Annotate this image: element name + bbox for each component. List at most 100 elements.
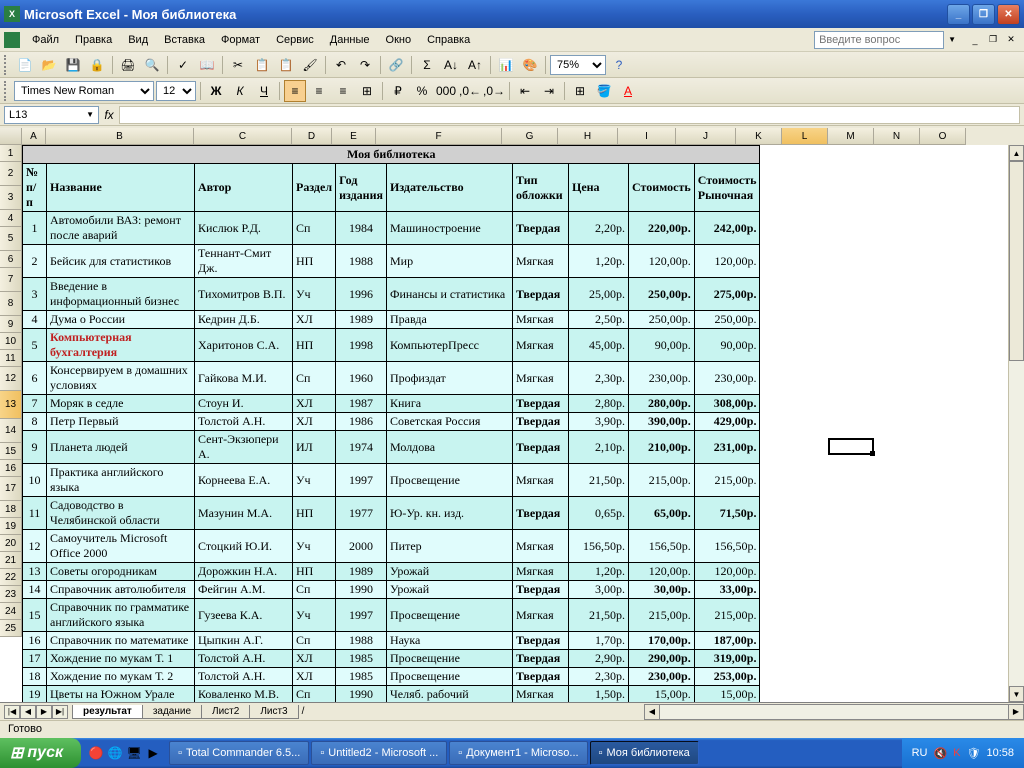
- taskbar-task[interactable]: ▫Моя библиотека: [590, 741, 699, 765]
- chart-icon[interactable]: 📊: [495, 54, 517, 76]
- row-header-15[interactable]: 15: [0, 443, 22, 460]
- menu-вставка[interactable]: Вставка: [156, 31, 213, 49]
- help-search[interactable]: [814, 31, 944, 49]
- italic-icon[interactable]: К: [229, 80, 251, 102]
- scroll-left-icon[interactable]: ◀: [644, 704, 660, 720]
- hyperlink-icon[interactable]: 🔗: [385, 54, 407, 76]
- row-header-12[interactable]: 12: [0, 367, 22, 391]
- row-header-20[interactable]: 20: [0, 535, 22, 552]
- decrease-indent-icon[interactable]: ⇤: [514, 80, 536, 102]
- borders-icon[interactable]: ⊞: [569, 80, 591, 102]
- increase-indent-icon[interactable]: ⇥: [538, 80, 560, 102]
- row-header-18[interactable]: 18: [0, 501, 22, 518]
- next-sheet-icon[interactable]: ▶: [36, 705, 52, 719]
- align-right-icon[interactable]: ≡: [332, 80, 354, 102]
- row-header-3[interactable]: 3: [0, 186, 22, 210]
- last-sheet-icon[interactable]: ▶|: [52, 705, 68, 719]
- data-table[interactable]: Моя библиотека№ п/пНазваниеАвторРазделГо…: [22, 145, 760, 702]
- font-color-icon[interactable]: А: [617, 80, 639, 102]
- save-icon[interactable]: 💾: [62, 54, 84, 76]
- open-icon[interactable]: 📂: [38, 54, 60, 76]
- sort-desc-icon[interactable]: A↑: [464, 54, 486, 76]
- help-search-input[interactable]: [814, 31, 944, 49]
- undo-icon[interactable]: ↶: [330, 54, 352, 76]
- prev-sheet-icon[interactable]: ◀: [20, 705, 36, 719]
- col-header-O[interactable]: O: [920, 128, 966, 145]
- col-header-M[interactable]: M: [828, 128, 874, 145]
- menu-файл[interactable]: Файл: [24, 31, 67, 49]
- col-header-A[interactable]: A: [22, 128, 46, 145]
- cut-icon[interactable]: ✂: [227, 54, 249, 76]
- decrease-decimal-icon[interactable]: ,0→: [483, 80, 505, 102]
- col-header-G[interactable]: G: [502, 128, 558, 145]
- copy-icon[interactable]: 📋: [251, 54, 273, 76]
- row-header-16[interactable]: 16: [0, 460, 22, 477]
- menu-вид[interactable]: Вид: [120, 31, 156, 49]
- comma-icon[interactable]: 000: [435, 80, 457, 102]
- col-header-B[interactable]: B: [46, 128, 194, 145]
- spellcheck-icon[interactable]: ✓: [172, 54, 194, 76]
- align-center-icon[interactable]: ≡: [308, 80, 330, 102]
- horizontal-scrollbar[interactable]: ◀ ▶: [644, 704, 1024, 720]
- col-header-C[interactable]: C: [194, 128, 292, 145]
- row-header-25[interactable]: 25: [0, 620, 22, 637]
- col-header-I[interactable]: I: [618, 128, 676, 145]
- help-dropdown-icon[interactable]: ▼: [948, 35, 956, 44]
- drawing-icon[interactable]: 🎨: [519, 54, 541, 76]
- row-header-23[interactable]: 23: [0, 586, 22, 603]
- col-header-J[interactable]: J: [676, 128, 736, 145]
- row-header-7[interactable]: 7: [0, 268, 22, 292]
- fill-color-icon[interactable]: 🪣: [593, 80, 615, 102]
- formula-input[interactable]: [119, 106, 1020, 124]
- scroll-right-icon[interactable]: ▶: [1008, 704, 1024, 720]
- increase-decimal-icon[interactable]: ,0←: [459, 80, 481, 102]
- font-size-combo[interactable]: 12: [156, 81, 196, 101]
- taskbar-task[interactable]: ▫Untitled2 - Microsoft ...: [311, 741, 447, 765]
- row-header-13[interactable]: 13: [0, 391, 22, 419]
- row-header-10[interactable]: 10: [0, 333, 22, 350]
- taskbar-task[interactable]: ▫Total Commander 6.5...: [169, 741, 309, 765]
- menu-правка[interactable]: Правка: [67, 31, 120, 49]
- col-header-F[interactable]: F: [376, 128, 502, 145]
- autosum-icon[interactable]: Σ: [416, 54, 438, 76]
- row-header-9[interactable]: 9: [0, 316, 22, 333]
- scroll-down-icon[interactable]: ▼: [1009, 686, 1024, 702]
- desktop-icon[interactable]: 🖥: [125, 742, 143, 764]
- row-header-4[interactable]: 4: [0, 210, 22, 227]
- fx-icon[interactable]: fx: [99, 108, 119, 122]
- row-header-14[interactable]: 14: [0, 419, 22, 443]
- select-all-corner[interactable]: [0, 128, 22, 145]
- row-header-21[interactable]: 21: [0, 552, 22, 569]
- col-header-E[interactable]: E: [332, 128, 376, 145]
- tray-icon[interactable]: 🔇: [933, 747, 947, 760]
- doc-minimize-button[interactable]: _: [967, 32, 983, 48]
- taskbar-task[interactable]: ▫Документ1 - Microso...: [449, 741, 587, 765]
- start-button[interactable]: ⊞пуск: [0, 738, 81, 768]
- row-header-24[interactable]: 24: [0, 603, 22, 620]
- close-button[interactable]: ✕: [997, 4, 1020, 25]
- doc-close-button[interactable]: ✕: [1003, 32, 1019, 48]
- new-icon[interactable]: 📄: [14, 54, 36, 76]
- row-header-2[interactable]: 2: [0, 162, 22, 186]
- print-preview-icon[interactable]: 🔍: [141, 54, 163, 76]
- bold-icon[interactable]: Ж: [205, 80, 227, 102]
- col-header-D[interactable]: D: [292, 128, 332, 145]
- scroll-thumb[interactable]: [1009, 161, 1024, 361]
- name-box[interactable]: L13▼: [4, 106, 99, 124]
- first-sheet-icon[interactable]: |◀: [4, 705, 20, 719]
- cells-area[interactable]: Моя библиотека№ п/пНазваниеАвторРазделГо…: [22, 145, 1024, 702]
- font-combo[interactable]: Times New Roman: [14, 81, 154, 101]
- toolbar-handle[interactable]: [4, 81, 10, 101]
- row-header-6[interactable]: 6: [0, 251, 22, 268]
- align-left-icon[interactable]: ≡: [284, 80, 306, 102]
- menu-справка[interactable]: Справка: [419, 31, 478, 49]
- paste-icon[interactable]: 📋: [275, 54, 297, 76]
- sheet-tab-Лист3[interactable]: Лист3: [249, 705, 298, 719]
- menu-данные[interactable]: Данные: [322, 31, 378, 49]
- currency-icon[interactable]: ₽: [387, 80, 409, 102]
- shield-icon[interactable]: 🛡: [967, 747, 981, 760]
- sheet-tab-Лист2[interactable]: Лист2: [201, 705, 250, 719]
- row-header-5[interactable]: 5: [0, 227, 22, 251]
- row-header-11[interactable]: 11: [0, 350, 22, 367]
- row-header-17[interactable]: 17: [0, 477, 22, 501]
